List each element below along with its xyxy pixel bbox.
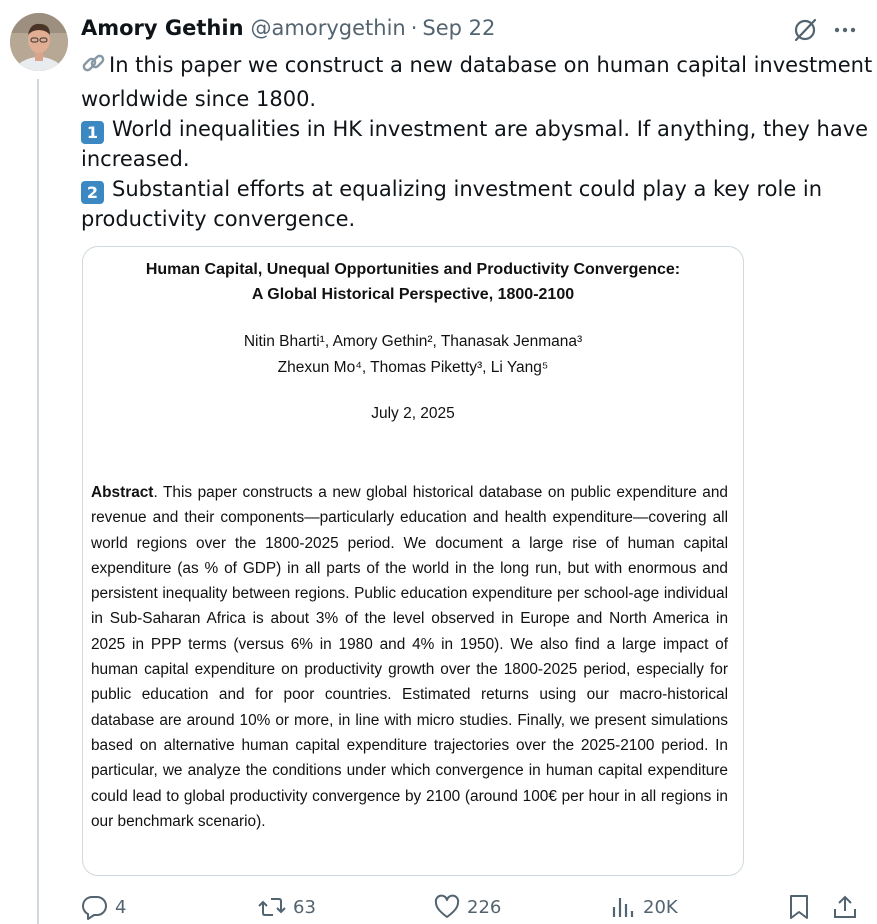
link-icon [81,52,107,84]
reply-icon [81,893,109,921]
tweet-line-1: In this paper we construct a new databas… [81,50,872,84]
like-count: 226 [467,896,502,918]
views-count: 20K [643,896,678,918]
paper-authors: Nitin Bharti¹, Amory Gethin², Thanasak J… [83,329,743,381]
like-button[interactable]: 226 [433,893,501,921]
avatar[interactable] [10,13,68,71]
repost-count: 63 [293,896,316,918]
tweet-text-line4: increased. [81,147,190,171]
keycap-two-icon: 2 [81,181,104,204]
share-button[interactable] [831,893,859,921]
reply-count: 4 [115,896,127,918]
tweet-header: Amory Gethin @amorygethin · Sep 22 [81,16,495,46]
avatar-photo [10,13,68,71]
abstract-label: Abstract [91,484,154,501]
tweet-text-line3: World inequalities in HK investment are … [112,117,869,141]
tweet-text-line1: In this paper we construct a new databas… [109,53,873,77]
tweet-text-line2: worldwide since 1800. [81,87,317,111]
attached-image[interactable]: Human Capital, Unequal Opportunities and… [82,246,744,876]
tweet-line-3: 1 World inequalities in HK investment are… [81,114,868,144]
tweet-text-line5: Substantial efforts at equalizing invest… [112,177,823,201]
paper-abstract: Abstract. This paper constructs a new gl… [91,480,728,834]
paper-title-line1: Human Capital, Unequal Opportunities and… [145,261,681,278]
repost-icon [257,893,287,921]
share-icon [831,893,859,921]
views-button[interactable]: 20K [609,893,678,921]
paper-authors-line2: Zhexun Mo⁴, Thomas Piketty³, Li Yang⁵ [277,359,549,376]
paper-title-line2: A Global Historical Perspective, 1800-21… [251,286,575,303]
author-handle[interactable]: @amorygethin [251,16,406,40]
repost-button[interactable]: 63 [257,893,316,921]
author-name[interactable]: Amory Gethin [81,16,244,40]
paper-title: Human Capital, Unequal Opportunities and… [83,257,743,307]
thread-line [37,79,39,924]
tweet-date[interactable]: Sep 22 [422,16,495,40]
more-icon[interactable] [830,16,860,44]
separator: · [410,16,418,40]
reply-button[interactable]: 4 [81,893,126,921]
tweet-text: In this paper we construct a new databas… [81,50,872,234]
tweet-text-line6: productivity convergence. [81,207,356,231]
paper-authors-line1: Nitin Bharti¹, Amory Gethin², Thanasak J… [243,333,583,350]
like-icon [433,893,461,921]
tweet-line-5: 2 Substantial efforts at equalizing inves… [81,174,851,204]
paper-date: July 2, 2025 [371,405,455,422]
bookmark-button[interactable] [785,893,813,921]
abstract-text: . This paper constructs a new global his… [91,484,728,830]
grok-icon[interactable] [790,16,820,44]
keycap-one-icon: 1 [81,121,104,144]
views-icon [609,893,637,921]
action-bar: 4 63 226 20K [81,893,871,923]
bookmark-icon [785,893,813,921]
